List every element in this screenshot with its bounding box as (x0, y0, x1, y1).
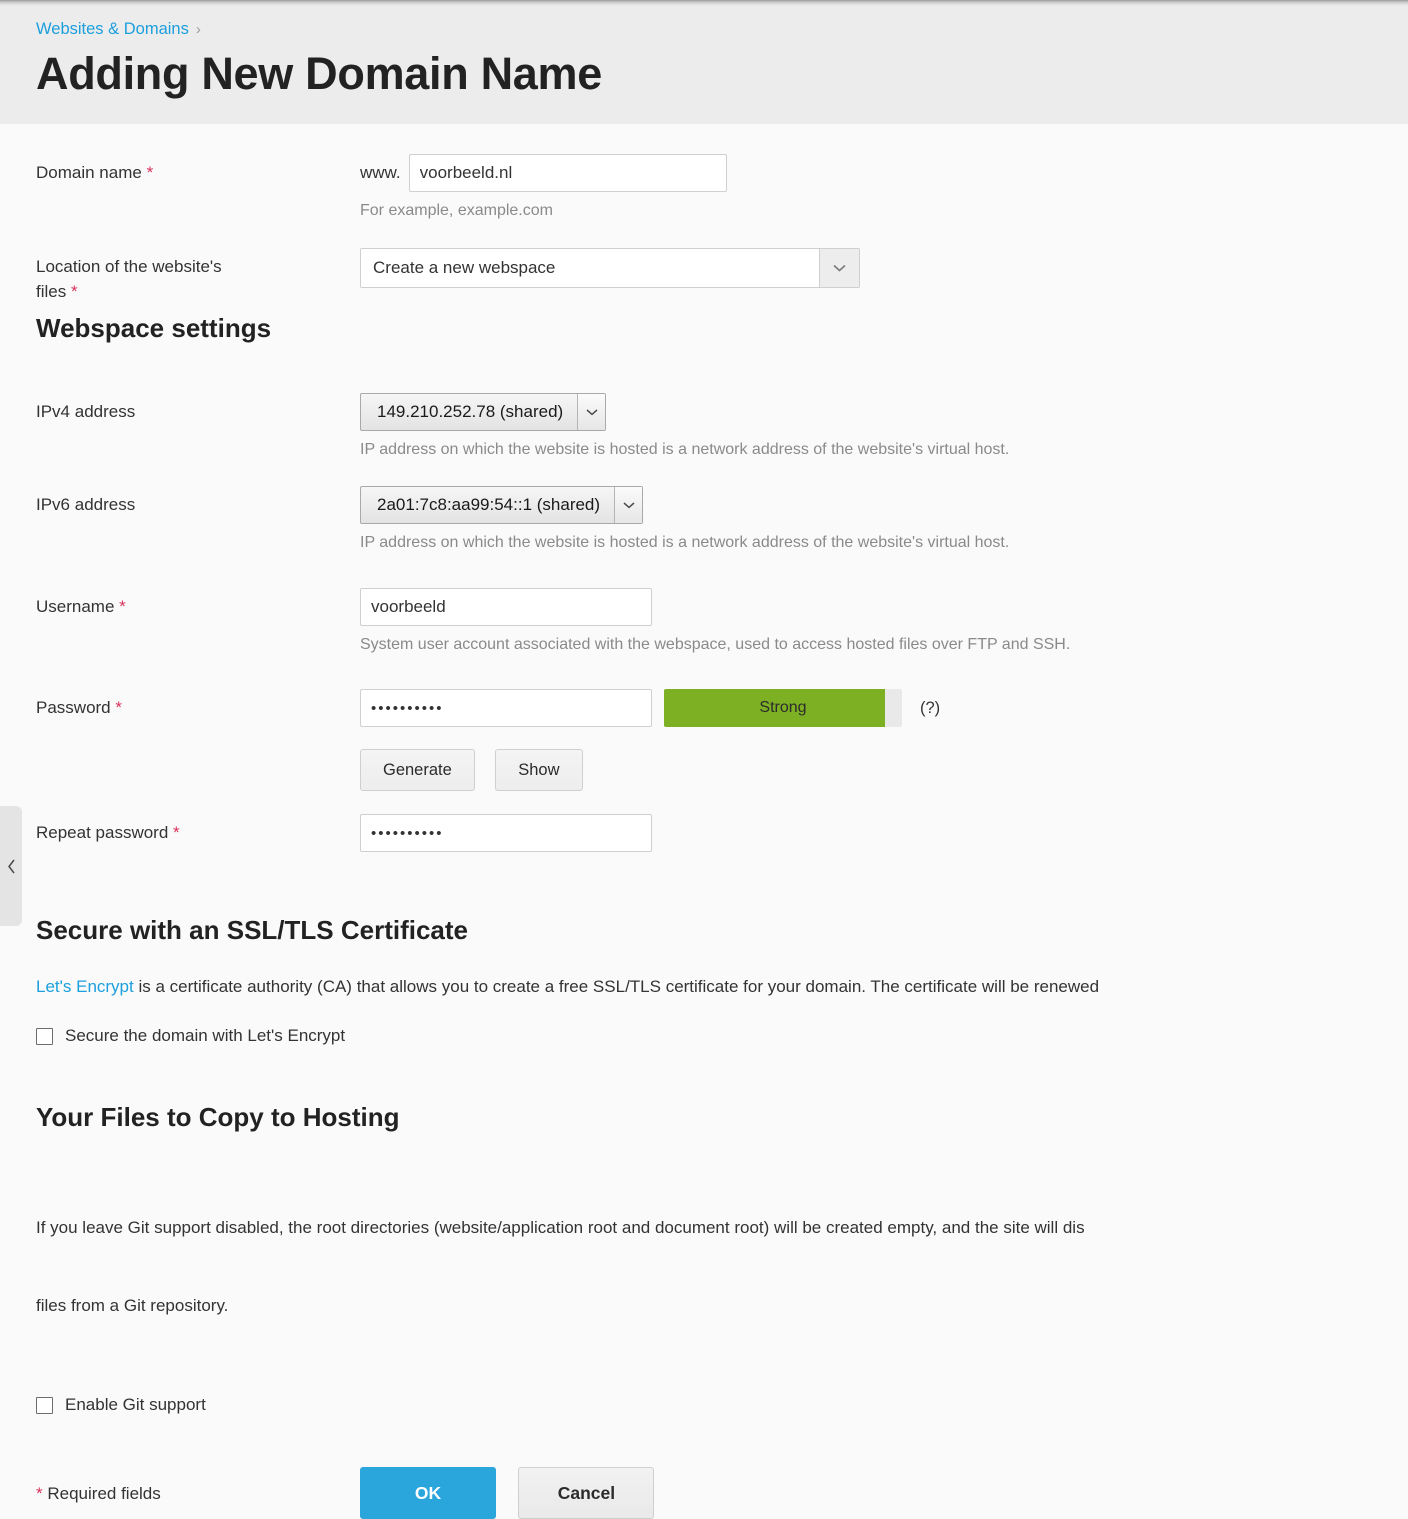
field-row-repeat-password: Repeat password * (0, 814, 1408, 852)
enable-git-checkbox-label: Enable Git support (65, 1395, 206, 1414)
required-asterisk: * (115, 698, 122, 717)
ipv4-select-value: 149.210.252.78 (shared) (377, 402, 564, 421)
field-row-username: Username * System user account associate… (0, 588, 1408, 657)
generate-password-button[interactable]: Generate (360, 749, 475, 791)
show-password-button[interactable]: Show (495, 749, 583, 791)
label-password-text: Password (36, 698, 111, 717)
password-help-icon[interactable]: (?) (920, 689, 940, 727)
lets-encrypt-link[interactable]: Let's Encrypt (36, 977, 134, 996)
domain-name-input[interactable] (408, 154, 727, 192)
password-strength-label: Strong (759, 699, 807, 716)
git-description-line2: files from a Git repository. (36, 1296, 229, 1315)
ssl-section-heading: Secure with an SSL/TLS Certificate (36, 915, 468, 945)
field-username: System user account associated with the … (360, 588, 1408, 657)
label-location: Location of the website's files * Webspa… (36, 248, 360, 344)
label-ipv6: IPv6 address (36, 486, 360, 517)
secure-domain-checkbox-label: Secure the domain with Let's Encrypt (65, 1026, 346, 1045)
chevron-down-icon[interactable] (819, 249, 859, 287)
webspace-settings-heading: Webspace settings (36, 313, 272, 343)
cancel-button[interactable]: Cancel (518, 1467, 655, 1519)
label-username: Username * (36, 588, 360, 619)
field-row-location: Location of the website's files * Webspa… (0, 248, 1408, 344)
git-checkbox-row[interactable]: Enable Git support (0, 1395, 1408, 1415)
breadcrumb: Websites & Domains › (36, 14, 1408, 41)
page-header: Websites & Domains › Adding New Domain Na… (0, 0, 1408, 124)
password-input[interactable] (360, 689, 652, 727)
label-repeat-password: Repeat password * (36, 814, 360, 845)
field-row-password: Password * Strong (?) Generate Show (0, 689, 1408, 791)
domain-form: Domain name * www. For example, example.… (0, 124, 1408, 852)
required-fields-note: * Required fields (36, 1467, 360, 1506)
label-username-text: Username (36, 597, 115, 616)
username-input[interactable] (360, 588, 652, 626)
ipv6-hint: IP address on which the website is hoste… (360, 534, 1010, 551)
field-domain-name: www. For example, example.com (360, 154, 1408, 223)
git-description-line1: If you leave Git support disabled, the r… (36, 1218, 1085, 1237)
label-ipv6-text: IPv6 address (36, 495, 136, 514)
required-fields-text: Required fields (47, 1484, 161, 1503)
required-asterisk: * (36, 1484, 43, 1503)
label-domain-name: Domain name * (36, 154, 360, 185)
breadcrumb-chevron-icon: › (195, 21, 201, 38)
required-asterisk: * (70, 282, 78, 301)
page-content: Domain name * www. For example, example.… (0, 124, 1408, 1519)
git-section-heading: Your Files to Copy to Hosting (36, 1102, 400, 1132)
ipv6-select-value: 2a01:7c8:aa99:54::1 (shared) (377, 495, 601, 514)
ssl-description: Let's Encrypt is a certificate authority… (0, 974, 1408, 1000)
field-row-ipv6: IPv6 address 2a01:7c8:aa99:54::1 (shared… (0, 486, 1408, 555)
label-location-line2: files (36, 282, 67, 301)
footer-buttons: OK Cancel (360, 1467, 1408, 1519)
label-ipv4: IPv4 address (36, 393, 360, 424)
field-ipv6: 2a01:7c8:aa99:54::1 (shared) IP address … (360, 486, 1408, 555)
field-location: Create a new webspace (360, 248, 1408, 288)
label-repeat-password-text: Repeat password (36, 823, 169, 842)
label-domain-name-text: Domain name (36, 163, 142, 182)
label-location-line1: Location of the website's (36, 257, 222, 276)
chevron-left-icon (7, 859, 15, 873)
git-description: If you leave Git support disabled, the r… (0, 1163, 1408, 1371)
required-asterisk: * (119, 597, 126, 616)
chevron-down-icon[interactable] (577, 394, 606, 430)
secure-domain-checkbox[interactable] (36, 1027, 53, 1045)
ssl-checkbox-row[interactable]: Secure the domain with Let's Encrypt (0, 1026, 1408, 1046)
domain-www-prefix: www. (360, 163, 401, 182)
window-top-shadow (0, 0, 1408, 6)
username-hint: System user account associated with the … (360, 636, 1071, 653)
required-asterisk: * (146, 163, 154, 182)
location-select-value: Create a new webspace (361, 249, 819, 287)
password-strength-meter: Strong (664, 689, 902, 727)
form-footer: * Required fields OK Cancel (0, 1467, 1408, 1519)
ok-button[interactable]: OK (360, 1467, 496, 1519)
ipv6-select[interactable]: 2a01:7c8:aa99:54::1 (shared) (360, 486, 644, 524)
page-title: Adding New Domain Name (36, 48, 602, 99)
ssl-description-text: is a certificate authority (CA) that all… (133, 977, 1100, 996)
breadcrumb-link-websites-domains[interactable]: Websites & Domains (36, 20, 189, 38)
field-row-ipv4: IPv4 address 149.210.252.78 (shared) IP … (0, 393, 1408, 462)
repeat-password-input[interactable] (360, 814, 652, 852)
field-repeat-password (360, 814, 1408, 852)
ipv4-select[interactable]: 149.210.252.78 (shared) (360, 393, 607, 431)
required-asterisk: * (173, 823, 180, 842)
field-row-domain-name: Domain name * www. For example, example.… (0, 154, 1408, 223)
field-password: Strong (?) Generate Show (360, 689, 1408, 791)
label-password: Password * (36, 689, 360, 720)
label-ipv4-text: IPv4 address (36, 402, 136, 421)
location-select[interactable]: Create a new webspace (360, 248, 860, 288)
ipv4-hint: IP address on which the website is hoste… (360, 441, 1010, 458)
enable-git-checkbox[interactable] (36, 1396, 53, 1414)
chevron-down-icon[interactable] (614, 487, 643, 523)
domain-name-hint: For example, example.com (360, 202, 553, 219)
sidebar-collapse-handle[interactable] (0, 806, 22, 926)
field-ipv4: 149.210.252.78 (shared) IP address on wh… (360, 393, 1408, 462)
